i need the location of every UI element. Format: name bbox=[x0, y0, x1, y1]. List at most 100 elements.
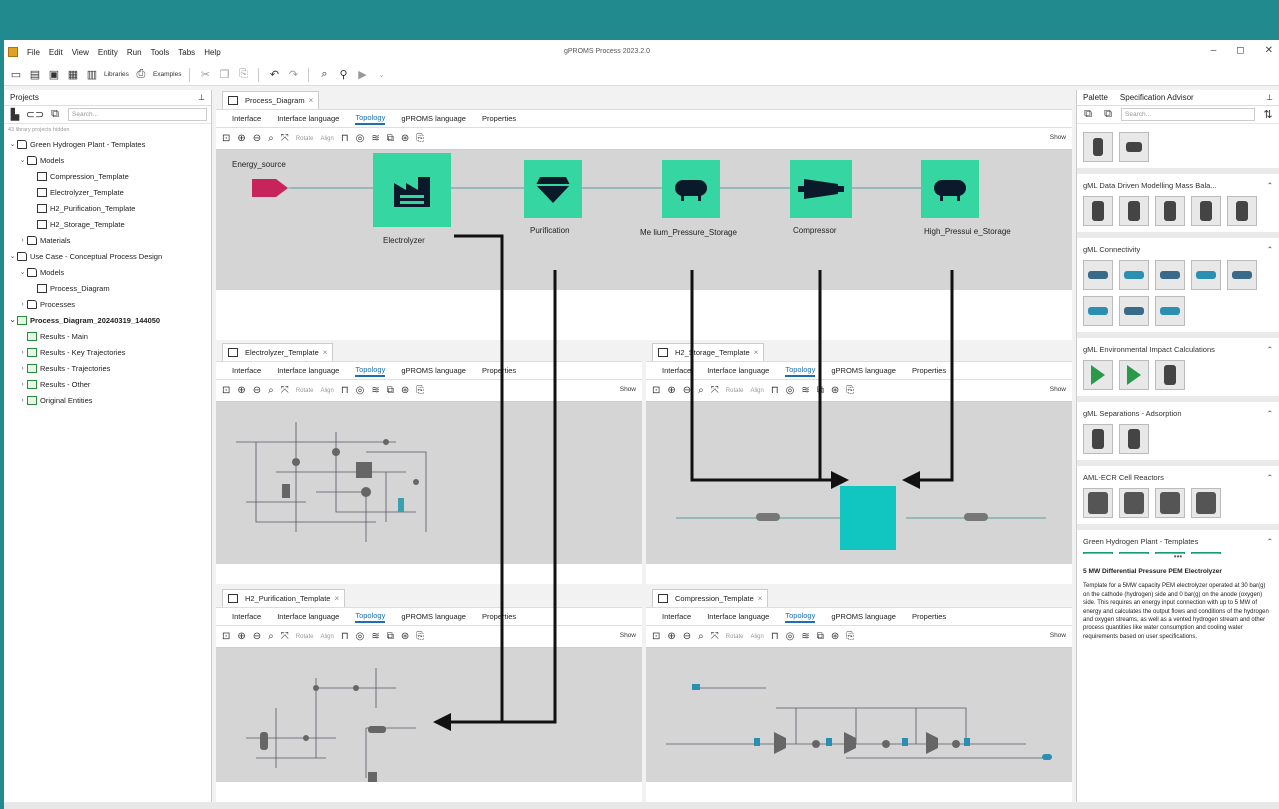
zoom-fit-icon[interactable]: ⌕ bbox=[268, 133, 274, 144]
copy-icon[interactable]: ❐ bbox=[217, 68, 231, 82]
menu-tabs[interactable]: Tabs bbox=[178, 48, 195, 57]
libraries-icon[interactable]: ▥ bbox=[85, 68, 99, 82]
rotate-button[interactable]: Rotate bbox=[726, 634, 744, 640]
menu-file[interactable]: File bbox=[27, 48, 40, 57]
record-icon[interactable]: ◎ bbox=[356, 133, 365, 144]
palette-item[interactable] bbox=[1191, 552, 1221, 554]
tab-process-diagram[interactable]: Process_Diagram × bbox=[222, 91, 320, 109]
close-icon[interactable]: × bbox=[334, 594, 339, 603]
palette-item[interactable] bbox=[1155, 296, 1185, 326]
align-button[interactable]: Align bbox=[320, 136, 333, 142]
libraries-button[interactable]: Libraries bbox=[104, 71, 129, 78]
palette-section-header[interactable]: Green Hydrogen Plant - Templates ⌃ bbox=[1083, 534, 1273, 548]
tree-item[interactable]: ⌄ Green Hydrogen Plant - Templates bbox=[4, 136, 211, 152]
rotate-button[interactable]: Rotate bbox=[296, 388, 314, 394]
paste-icon[interactable]: ⎘ bbox=[236, 68, 250, 82]
palette-item[interactable] bbox=[1155, 488, 1185, 518]
zoom-out-icon[interactable]: ⊖ bbox=[253, 385, 261, 396]
inspect-icon[interactable]: ⧉ bbox=[817, 631, 824, 642]
connect-icon[interactable]: ⊓ bbox=[341, 385, 349, 396]
chevron-up-icon[interactable]: ⌃ bbox=[1267, 409, 1273, 418]
fit-page-icon[interactable]: ⤧ bbox=[711, 385, 719, 396]
menu-help[interactable]: Help bbox=[204, 48, 220, 57]
view-tab[interactable]: Properties bbox=[482, 612, 516, 621]
layout-icon[interactable]: ⊡ bbox=[222, 385, 230, 396]
globe-icon[interactable]: ⊛ bbox=[401, 133, 409, 144]
layout-icon[interactable]: ⊡ bbox=[222, 631, 230, 642]
zoom-in-icon[interactable]: ⊕ bbox=[667, 385, 675, 396]
align-button[interactable]: Align bbox=[750, 388, 763, 394]
palette-item[interactable] bbox=[1191, 260, 1221, 290]
zoom-out-icon[interactable]: ⊖ bbox=[253, 133, 261, 144]
tree-item[interactable]: ⌄ Process_Diagram_20240319_144050 bbox=[4, 312, 211, 328]
tab-h2-storage-template[interactable]: H2_Storage_Template × bbox=[652, 343, 765, 361]
entity-search-icon[interactable]: ⚲ bbox=[336, 68, 350, 82]
examples-button[interactable]: Examples bbox=[153, 71, 182, 78]
show-button[interactable]: Show bbox=[620, 632, 636, 639]
rotate-button[interactable]: Rotate bbox=[726, 388, 744, 394]
run-dropdown-icon[interactable]: ⌄ bbox=[374, 68, 388, 82]
zoom-in-icon[interactable]: ⊕ bbox=[667, 631, 675, 642]
close-icon[interactable]: × bbox=[309, 96, 314, 105]
connect-icon[interactable]: ⊓ bbox=[341, 133, 349, 144]
zoom-in-icon[interactable]: ⊕ bbox=[237, 385, 245, 396]
export-icon[interactable]: ⎘ bbox=[416, 385, 424, 396]
palette-item[interactable] bbox=[1083, 132, 1113, 162]
record-icon[interactable]: ◎ bbox=[356, 631, 365, 642]
view-tab[interactable]: Interface language bbox=[707, 366, 769, 375]
chevron-down-icon[interactable]: ⌄ bbox=[18, 268, 27, 276]
tree-item[interactable]: ⌄ Models bbox=[4, 264, 211, 280]
inspect-icon[interactable]: ⧉ bbox=[387, 133, 394, 144]
zoom-fit-icon[interactable]: ⌕ bbox=[268, 385, 274, 396]
palette-item[interactable] bbox=[1155, 196, 1185, 226]
view-tab[interactable]: Topology bbox=[785, 365, 816, 377]
close-icon[interactable]: × bbox=[758, 594, 763, 603]
new-entity-icon[interactable]: ▙ bbox=[8, 108, 22, 122]
save-icon[interactable]: ▣ bbox=[47, 68, 61, 82]
connect-icon[interactable]: ⊓ bbox=[771, 385, 779, 396]
globe-icon[interactable]: ⊛ bbox=[831, 385, 839, 396]
inspect-icon[interactable]: ⧉ bbox=[387, 385, 394, 396]
zoom-out-icon[interactable]: ⊖ bbox=[683, 385, 691, 396]
tree-item[interactable]: Compression_Template bbox=[4, 168, 211, 184]
electrolyzer-canvas[interactable] bbox=[216, 402, 642, 564]
palette-item[interactable] bbox=[1155, 260, 1185, 290]
export-icon[interactable]: ⎘ bbox=[846, 385, 854, 396]
tab-compression-template[interactable]: Compression_Template × bbox=[652, 589, 769, 607]
view-tab[interactable]: Interface bbox=[232, 366, 261, 375]
layers-icon[interactable]: ≋ bbox=[801, 385, 809, 396]
chevron-up-icon[interactable]: ⌃ bbox=[1267, 345, 1273, 354]
palette-item[interactable] bbox=[1119, 552, 1149, 554]
h2-purification-canvas[interactable] bbox=[216, 648, 642, 782]
palette-item[interactable] bbox=[1083, 360, 1113, 390]
chevron-right-icon[interactable]: › bbox=[18, 381, 27, 388]
record-icon[interactable]: ◎ bbox=[786, 631, 795, 642]
fit-page-icon[interactable]: ⤧ bbox=[281, 631, 289, 642]
tree-item[interactable]: Process_Diagram bbox=[4, 280, 211, 296]
palette-section-header[interactable]: gML Data Driven Modelling Mass Bala... ⌃ bbox=[1083, 178, 1273, 192]
cut-icon[interactable]: ✂ bbox=[198, 68, 212, 82]
chevron-down-icon[interactable]: ⌄ bbox=[8, 316, 17, 324]
palette-search-input[interactable]: Search... bbox=[1121, 108, 1255, 121]
view-tab[interactable]: Properties bbox=[912, 612, 946, 621]
palette-item[interactable] bbox=[1083, 424, 1113, 454]
palette-item[interactable] bbox=[1119, 260, 1149, 290]
zoom-in-icon[interactable]: ⊕ bbox=[237, 631, 245, 642]
layers-icon[interactable]: ≋ bbox=[371, 631, 379, 642]
palette-item[interactable] bbox=[1119, 132, 1149, 162]
examples-icon[interactable]: ⎙ bbox=[134, 68, 148, 82]
layers-icon[interactable]: ≋ bbox=[371, 133, 379, 144]
tree-item[interactable]: › Original Entities bbox=[4, 392, 211, 408]
chevron-up-icon[interactable]: ⌃ bbox=[1267, 181, 1273, 190]
new-project-icon[interactable]: ▭ bbox=[9, 68, 23, 82]
export-icon[interactable]: ⎘ bbox=[416, 631, 424, 642]
globe-icon[interactable]: ⊛ bbox=[401, 631, 409, 642]
layers-icon[interactable]: ≋ bbox=[801, 631, 809, 642]
zoom-fit-icon[interactable]: ⌕ bbox=[698, 631, 704, 642]
process-diagram-canvas[interactable]: Energy_source Electrolyzer Purification … bbox=[216, 150, 1072, 290]
chevron-right-icon[interactable]: › bbox=[18, 237, 27, 244]
palette-item[interactable] bbox=[1119, 360, 1149, 390]
view-tab[interactable]: Properties bbox=[482, 114, 516, 123]
save-all-icon[interactable]: ▦ bbox=[66, 68, 80, 82]
view-tab[interactable]: Properties bbox=[482, 366, 516, 375]
